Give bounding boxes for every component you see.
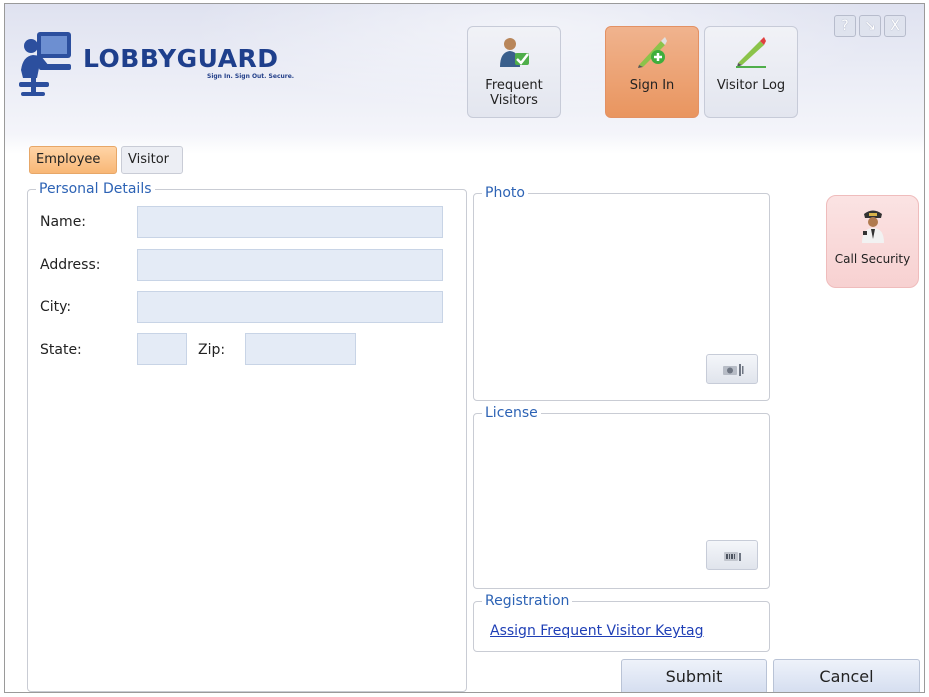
visitor-log-label: Visitor Log [716,78,786,93]
scanner-icon [724,552,741,561]
state-field[interactable] [137,333,187,365]
frequent-visitor-icon [500,38,529,67]
address-field[interactable] [137,249,443,281]
city-field[interactable] [137,291,443,323]
frequent-visitors-label: Frequent Visitors [485,78,543,108]
frequent-visitors-button[interactable]: Frequent Visitors [467,26,561,118]
submit-button[interactable]: Submit [621,659,767,692]
camera-icon [723,364,744,376]
sign-in-label: Sign In [629,78,675,93]
close-button[interactable]: X [884,15,906,37]
sign-in-button[interactable]: Sign In [605,26,699,118]
zip-label: Zip: [198,342,226,358]
name-label: Name: [40,214,87,230]
take-photo-button[interactable] [706,354,758,384]
minimize-button[interactable]: ↘ [859,15,881,37]
assign-keytag-link[interactable]: Assign Frequent Visitor Keytag [490,623,704,639]
cancel-button[interactable]: Cancel [773,659,920,692]
address-label: Address: [40,257,101,273]
logo-icon [19,32,71,96]
license-legend: License [482,404,541,422]
help-button[interactable]: ? [834,15,856,37]
zip-field[interactable] [245,333,356,365]
security-guard-icon [862,210,884,243]
app-window: LOBBYGUARD Sign In. Sign Out. Secure. Fr… [4,3,925,693]
call-security-label: Call Security [834,252,911,266]
sign-in-pen-icon [638,37,667,68]
state-label: State: [40,342,82,358]
lobbyguard-logo: LOBBYGUARD Sign In. Sign Out. Secure. [15,26,305,98]
visitor-log-pen-icon [736,37,766,68]
tab-employee[interactable]: Employee [29,146,117,174]
visitor-log-button[interactable]: Visitor Log [704,26,798,118]
registration-legend: Registration [482,592,573,610]
name-field[interactable] [137,206,443,238]
tab-visitor[interactable]: Visitor [121,146,183,174]
logo-tagline: Sign In. Sign Out. Secure. [207,73,295,80]
photo-legend: Photo [482,184,528,202]
personal-details-legend: Personal Details [36,180,155,198]
scan-license-button[interactable] [706,540,758,570]
city-label: City: [40,299,72,315]
logo-wordmark: LOBBYGUARD [83,44,279,73]
call-security-button[interactable]: Call Security [826,195,919,288]
